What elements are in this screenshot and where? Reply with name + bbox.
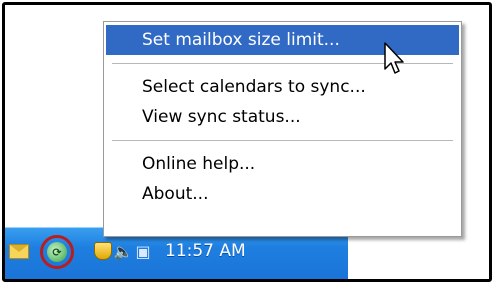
shield-glyph-icon (94, 242, 112, 260)
envelope-icon (9, 243, 29, 259)
mouse-pointer-icon (384, 42, 404, 74)
menu-item-view-sync-status[interactable]: View sync status... (106, 102, 459, 132)
mail-icon[interactable] (9, 241, 29, 261)
shield-icon[interactable] (93, 241, 113, 261)
sync-glyph-icon: ⟳ (47, 242, 67, 262)
menu-item-online-help[interactable]: Online help... (106, 149, 459, 179)
network-icon[interactable]: ▣ (133, 241, 153, 261)
screenshot-frame: ⟳ 🔈 ▣ 11:57 AM Set mailbox size limit...… (2, 2, 492, 282)
context-menu: Set mailbox size limit... Select calenda… (103, 21, 462, 237)
taskbar-clock[interactable]: 11:57 AM (165, 241, 246, 261)
menu-item-about[interactable]: About... (106, 179, 459, 209)
highlight-ring: ⟳ (40, 235, 74, 269)
speaker-icon[interactable]: 🔈 (113, 241, 133, 261)
menu-separator (112, 140, 453, 141)
sync-icon[interactable]: ⟳ (40, 235, 74, 269)
